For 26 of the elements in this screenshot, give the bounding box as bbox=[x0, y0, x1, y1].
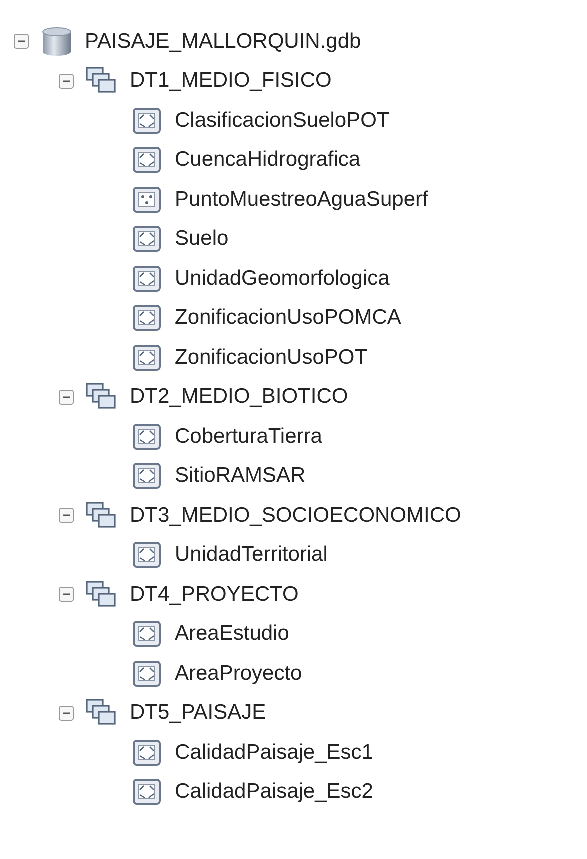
tree-item-label[interactable]: DT4_PROYECTO bbox=[130, 582, 299, 607]
tree-item-label[interactable]: SitioRAMSAR bbox=[175, 464, 306, 488]
tree-item-label[interactable]: CalidadPaisaje_Esc2 bbox=[175, 780, 374, 804]
tree-item-label[interactable]: AreaEstudio bbox=[175, 622, 290, 646]
tree-item-label[interactable]: DT1_MEDIO_FISICO bbox=[130, 69, 332, 94]
tree-item-label[interactable]: DT3_MEDIO_SOCIOECONOMICO bbox=[130, 504, 462, 528]
collapse-icon[interactable] bbox=[59, 587, 74, 602]
tree-item-label[interactable]: CalidadPaisaje_Esc1 bbox=[175, 740, 374, 765]
tree-item-label[interactable]: PAISAJE_MALLORQUIN.gdb bbox=[85, 30, 362, 54]
tree-item-label[interactable]: PuntoMuestreoAguaSuperf bbox=[175, 188, 428, 212]
tree-item-label[interactable]: Suelo bbox=[175, 227, 229, 252]
tree-item-label[interactable]: ZonificacionUsoPOMCA bbox=[175, 306, 402, 330]
collapse-icon[interactable] bbox=[59, 74, 74, 89]
tree-item-label[interactable]: DT5_PAISAJE bbox=[130, 701, 266, 726]
tree-item-label[interactable]: UnidadGeomorfologica bbox=[175, 266, 390, 291]
tree-item-label[interactable]: ZonificacionUsoPOT bbox=[175, 346, 368, 370]
tree-item-label[interactable]: CuencaHidrografica bbox=[175, 148, 361, 172]
tree-item-label[interactable]: AreaProyecto bbox=[175, 662, 302, 686]
collapse-icon[interactable] bbox=[14, 34, 29, 50]
tree-item-label[interactable]: DT2_MEDIO_BIOTICO bbox=[130, 385, 348, 410]
collapse-icon[interactable] bbox=[59, 390, 74, 405]
collapse-icon[interactable] bbox=[59, 706, 74, 721]
tree-item-label[interactable]: UnidadTerritorial bbox=[175, 543, 328, 568]
collapse-icon[interactable] bbox=[59, 508, 74, 524]
tree-item-label[interactable]: ClasificacionSueloPOT bbox=[175, 108, 390, 133]
tree-item-label[interactable]: CoberturaTierra bbox=[175, 424, 322, 449]
